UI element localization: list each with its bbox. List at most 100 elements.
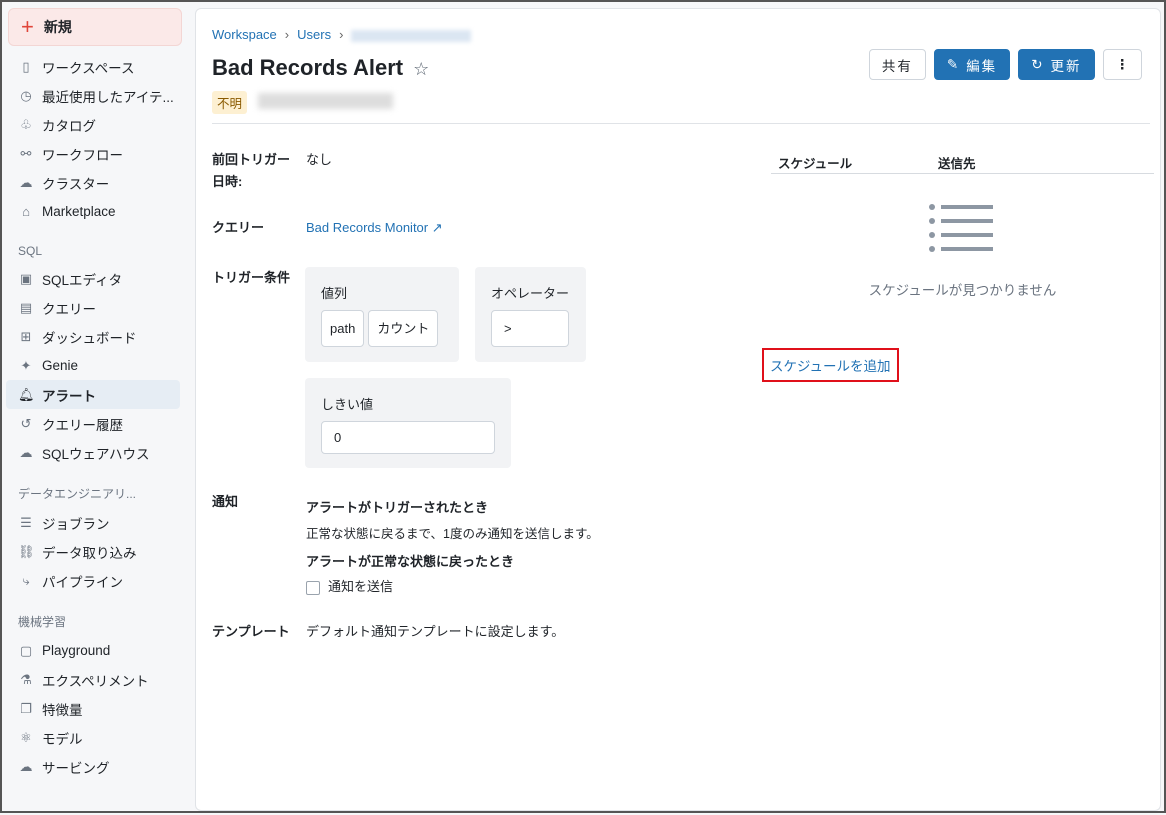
clock-icon: ◷: [20, 87, 32, 103]
query-label: クエリー: [212, 220, 265, 235]
sidebar-item-marketplace[interactable]: ⌂ Marketplace: [6, 197, 180, 226]
last-trigger-label: 前回トリガー日時:: [212, 152, 291, 189]
destination-column: 送信先: [938, 157, 976, 171]
sidebar-item-genie[interactable]: ✦ Genie: [6, 351, 180, 380]
notify-triggered-text: 正常な状態に戻るまで、1度のみ通知を送信します。: [306, 527, 599, 541]
operator-box: オペレーター >: [475, 267, 586, 362]
sidebar-item-clusters[interactable]: ☁ クラスター: [6, 168, 180, 197]
share-button[interactable]: 共有: [868, 49, 926, 80]
main-panel: Workspace › Users › Bad Records Alert ☆ 不明 共…: [195, 8, 1161, 811]
sidebar-item-dashboards[interactable]: ⊞ ダッシュボード: [6, 322, 180, 351]
dashboard-icon: ⊞: [20, 328, 32, 344]
divider: [212, 123, 1150, 124]
sidebar-item-alerts[interactable]: 🔔︎ アラート: [6, 380, 180, 409]
query-link-text: Bad Records Monitor: [306, 220, 429, 235]
flask-icon: ⚗: [20, 671, 32, 687]
model-icon: ⚛: [20, 729, 32, 745]
star-icon[interactable]: ☆: [413, 59, 429, 79]
operator-select[interactable]: >: [491, 310, 569, 347]
sidebar-item-pipelines[interactable]: ⤷ パイプライン: [6, 566, 180, 595]
sidebar: + 新規 ▯ ワークスペース ◷ 最近使用したアイテ... ♧ カタログ ⚯ ワークフロー…: [2, 2, 194, 815]
breadcrumb-workspace[interactable]: Workspace: [212, 27, 277, 42]
add-schedule-button[interactable]: スケジュールを追加: [762, 348, 899, 382]
nav-label: エクスペリメント: [42, 673, 149, 689]
nav-label: ジョブラン: [42, 516, 110, 532]
feature-icon: ❐: [20, 700, 32, 716]
sidebar-item-job-runs[interactable]: ☰ ジョブラン: [6, 508, 180, 537]
query-icon: ▤: [19, 299, 33, 315]
sidebar-item-workspace[interactable]: ▯ ワークスペース: [6, 52, 180, 81]
sidebar-item-sql-editor[interactable]: ▣ SQLエディタ: [6, 264, 180, 293]
pipeline-icon: ⤷: [22, 572, 30, 588]
ingest-icon: ⛓: [18, 543, 35, 559]
owner-redacted: [258, 93, 393, 109]
notify-triggered-heading: アラートがトリガーされたとき: [306, 500, 489, 515]
threshold-input[interactable]: 0: [321, 421, 495, 454]
new-label: 新規: [43, 19, 72, 35]
catalog-icon: ♧: [20, 116, 32, 132]
sidebar-item-playground[interactable]: ▢ Playground: [6, 636, 180, 665]
more-button[interactable]: ⋮: [1102, 49, 1142, 80]
nav-label: Playground: [42, 643, 111, 658]
checkbox[interactable]: [306, 580, 320, 595]
serving-icon: ☁: [19, 758, 33, 774]
threshold-label: しきい値: [321, 397, 374, 412]
warehouse-icon: ☁: [19, 444, 33, 460]
nav-label: Marketplace: [42, 204, 116, 219]
breadcrumb-user-redacted[interactable]: [351, 29, 472, 42]
last-trigger-value: なし: [306, 152, 333, 167]
template-label: テンプレート: [212, 624, 290, 639]
genie-icon: ✦: [20, 357, 32, 373]
operator-label: オペレーター: [491, 286, 570, 301]
sidebar-item-serving[interactable]: ☁ サービング: [6, 752, 180, 781]
sidebar-item-experiments[interactable]: ⚗ エクスペリメント: [6, 665, 180, 694]
checkbox-label: 通知を送信: [328, 579, 394, 594]
sidebar-item-query-history[interactable]: ↺ クエリー履歴: [6, 409, 180, 438]
plus-icon: +: [21, 14, 34, 39]
value-column-label: 値列: [321, 286, 348, 301]
nav-label: パイプライン: [42, 574, 123, 590]
notify-ok-heading: アラートが正常な状態に戻ったとき: [306, 554, 515, 569]
nav-label: アラート: [42, 388, 96, 404]
refresh-icon: ↻: [1031, 56, 1045, 72]
bell-icon: 🔔︎: [18, 386, 35, 402]
sidebar-item-features[interactable]: ❐ 特徴量: [6, 694, 180, 723]
section-sql: SQL: [18, 244, 43, 258]
template-value: デフォルト通知テンプレートに設定します。: [306, 624, 565, 639]
sidebar-item-models[interactable]: ⚛ モデル: [6, 723, 180, 752]
value-column-box: 値列 path カウント: [305, 267, 459, 362]
workflow-icon: ⚯: [20, 145, 32, 161]
nav-label: Genie: [42, 358, 79, 373]
page-title: Bad Records Alert ☆: [212, 55, 429, 81]
sidebar-item-workflows[interactable]: ⚯ ワークフロー: [6, 139, 180, 168]
sidebar-item-warehouses[interactable]: ☁ SQLウェアハウス: [6, 438, 180, 467]
send-notification-checkbox[interactable]: 通知を送信: [306, 576, 393, 598]
nav-label: クエリー履歴: [42, 417, 123, 433]
notify-label: 通知: [212, 494, 239, 509]
refresh-label: 更新: [1050, 58, 1082, 74]
sidebar-item-queries[interactable]: ▤ クエリー: [6, 293, 180, 322]
nav-label: クエリー: [42, 301, 96, 317]
sidebar-item-catalog[interactable]: ♧ カタログ: [6, 110, 180, 139]
nav-label: モデル: [42, 731, 83, 747]
breadcrumb-users[interactable]: Users: [297, 27, 331, 42]
title-text: Bad Records Alert: [212, 55, 404, 80]
nav-label: 最近使用したアイテ...: [42, 89, 174, 105]
sidebar-item-ingestion[interactable]: ⛓ データ取り込み: [6, 537, 180, 566]
refresh-button[interactable]: ↻ 更新: [1018, 49, 1095, 80]
external-link-icon: ↗: [431, 220, 443, 235]
nav-label: クラスター: [42, 176, 110, 192]
aggregation-select[interactable]: カウント: [368, 310, 439, 347]
share-label: 共有: [881, 58, 913, 74]
nav-label: カタログ: [42, 118, 96, 134]
nav-label: SQLエディタ: [42, 272, 123, 288]
empty-list-icon: [929, 204, 993, 252]
nav-label: ワークスペース: [42, 60, 135, 76]
value-column-select[interactable]: path: [321, 310, 365, 347]
sidebar-item-recent[interactable]: ◷ 最近使用したアイテ...: [6, 81, 180, 110]
workspace-icon: ▯: [22, 58, 30, 74]
new-button[interactable]: + 新規: [8, 8, 182, 46]
edit-button[interactable]: ✎ 編集: [933, 49, 1011, 80]
query-link[interactable]: Bad Records Monitor ↗: [306, 217, 443, 239]
nav-label: サービング: [42, 760, 110, 776]
